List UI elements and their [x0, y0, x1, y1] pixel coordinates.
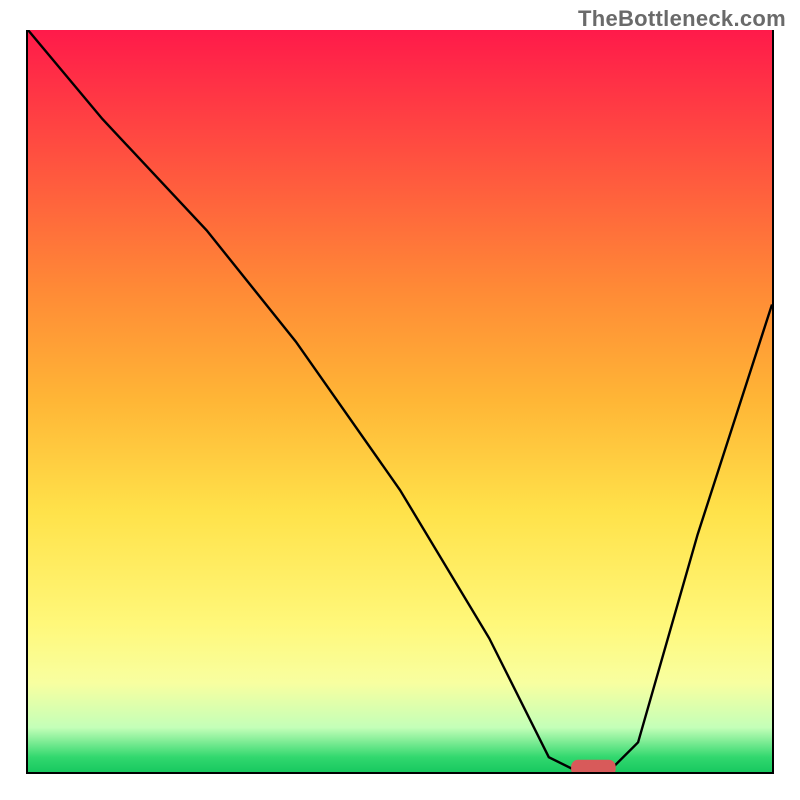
optimal-marker	[571, 760, 616, 772]
axis-right	[772, 30, 774, 774]
chart-plot-area	[28, 30, 772, 772]
bottleneck-curve-line	[28, 30, 772, 772]
chart-svg	[28, 30, 772, 772]
watermark-text: TheBottleneck.com	[578, 6, 786, 32]
axis-left	[26, 30, 28, 774]
axis-bottom	[26, 772, 774, 774]
